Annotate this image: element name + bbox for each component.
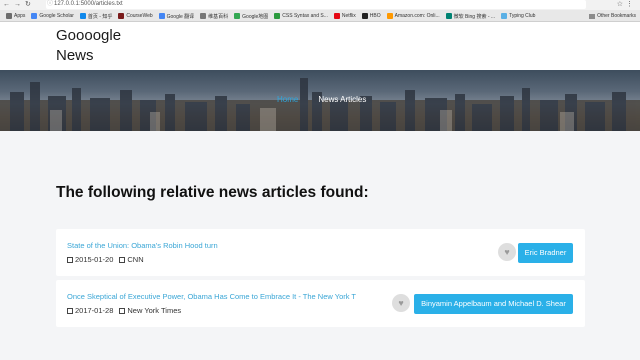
bookmark-label: CSS Syntax and S... xyxy=(282,13,328,19)
browser-nav-buttons: ← → ↻ xyxy=(3,0,35,8)
bookmark-label: Typing Club xyxy=(509,13,536,19)
bookmark-favicon-icon xyxy=(158,13,165,19)
reload-icon[interactable]: ↻ xyxy=(25,1,31,8)
address-bar[interactable]: ⓘ 127.0.0.1:5000/articles.txt xyxy=(46,0,586,9)
article-meta: 2017-01-28 New York Times xyxy=(67,306,181,315)
bookmark-item[interactable]: Typing Club xyxy=(501,13,535,19)
favorite-heart-icon[interactable]: ♥ xyxy=(498,243,516,261)
bookmark-favicon-icon xyxy=(274,13,281,19)
bookmark-item[interactable]: Google地图 xyxy=(234,13,268,20)
article-source-wrap: CNN xyxy=(119,255,144,264)
bookmark-label: 维基百科 xyxy=(208,13,229,20)
browser-toolbar: ← → ↻ ⓘ 127.0.0.1:5000/articles.txt ☆⋮ xyxy=(0,0,640,10)
bookmark-item[interactable]: Apps xyxy=(6,13,25,19)
info-icon[interactable]: ⓘ xyxy=(47,0,53,9)
article-title-link[interactable]: State of the Union: Obama's Robin Hood t… xyxy=(67,241,218,250)
article-source: New York Times xyxy=(127,306,182,315)
bookmark-favicon-icon xyxy=(31,13,38,19)
bookmark-label: Google地图 xyxy=(242,13,269,20)
bookmark-item[interactable]: Google Scholar xyxy=(31,13,74,19)
other-bookmarks-label: Other Bookmarks xyxy=(597,13,636,19)
calendar-icon xyxy=(67,256,73,263)
bookmark-label: HBO xyxy=(369,13,381,19)
hero-banner: Home News Articles xyxy=(0,70,640,131)
bookmark-item[interactable]: CSS Syntax and S... xyxy=(274,13,328,19)
breadcrumb: Home News Articles xyxy=(277,95,366,104)
bookmark-label: Google 翻译 xyxy=(166,13,195,20)
article-meta: 2015-01-20 CNN xyxy=(67,255,144,264)
bookmark-item[interactable]: Netflix xyxy=(333,13,356,19)
bookmark-item[interactable]: 微软 Bing 搜索 - ... xyxy=(445,13,496,20)
bookmark-favicon-icon xyxy=(6,13,12,19)
bookmark-favicon-icon xyxy=(501,13,508,19)
bookmark-favicon-icon xyxy=(445,13,452,19)
bookmark-label: Amazon.com: Onli... xyxy=(394,13,440,19)
bookmark-label: CourseWeb xyxy=(126,13,153,19)
bookmark-favicon-icon xyxy=(386,13,393,19)
bookmark-item[interactable]: 首页 - 知乎 xyxy=(79,13,113,20)
bookmark-label: 首页 - 知乎 xyxy=(87,13,113,20)
bookmark-label: 微软 Bing 搜索 - ... xyxy=(453,13,496,20)
bookmark-favicon-icon xyxy=(79,13,86,19)
bookmark-item[interactable]: Amazon.com: Onli... xyxy=(386,13,440,19)
bookmark-item[interactable]: 维基百科 xyxy=(200,13,228,20)
calendar-icon xyxy=(67,307,73,314)
article-date: 2015-01-20 xyxy=(75,255,114,264)
back-icon[interactable]: ← xyxy=(3,1,10,8)
author-button[interactable]: Eric Bradner xyxy=(518,243,573,263)
author-button[interactable]: Binyamin Appelbaum and Michael D. Shear xyxy=(414,294,573,314)
bookmark-favicon-icon xyxy=(361,13,368,19)
browser-chrome: ← → ↻ ⓘ 127.0.0.1:5000/articles.txt ☆⋮ App… xyxy=(0,0,640,22)
bookmark-favicon-icon xyxy=(333,13,340,19)
source-icon xyxy=(119,256,126,263)
bookmark-label: Google Scholar xyxy=(39,13,74,19)
article-title-link[interactable]: Once Skeptical of Executive Power, Obama… xyxy=(67,292,356,301)
article-source-wrap: New York Times xyxy=(119,306,181,315)
page-heading: The following relative news articles fou… xyxy=(56,184,369,201)
breadcrumb-home-link[interactable]: Home xyxy=(277,95,298,104)
bookmark-item[interactable]: Google 翻译 xyxy=(158,13,195,20)
address-text: 127.0.0.1:5000/articles.txt xyxy=(54,1,123,7)
breadcrumb-current: News Articles xyxy=(318,95,367,104)
other-bookmarks[interactable]: Other Bookmarks xyxy=(589,10,636,22)
bookmark-item[interactable]: CourseWeb xyxy=(118,13,153,19)
browser-menu-icons[interactable]: ☆⋮ xyxy=(617,0,636,8)
source-icon xyxy=(119,307,126,314)
article-date: 2017-01-28 xyxy=(75,306,114,315)
article-card: State of the Union: Obama's Robin Hood t… xyxy=(56,229,585,276)
site-header: Goooogle News xyxy=(0,22,640,70)
bookmarks-bar: Apps Google Scholar 首页 - 知乎 CourseWeb Google… xyxy=(0,10,640,22)
favorite-heart-icon[interactable]: ♥ xyxy=(392,294,410,312)
bookmark-label: Netflix xyxy=(341,13,356,19)
bookmark-favicon-icon xyxy=(234,13,241,19)
article-card: Once Skeptical of Executive Power, Obama… xyxy=(56,280,585,327)
bookmark-label: Apps xyxy=(14,13,26,19)
forward-icon[interactable]: → xyxy=(14,1,21,8)
folder-icon xyxy=(589,13,596,19)
bookmark-favicon-icon xyxy=(118,13,125,19)
bookmark-item[interactable]: HBO xyxy=(361,13,381,19)
site-logo[interactable]: Goooogle News xyxy=(56,26,136,66)
main-content: The following relative news articles fou… xyxy=(0,131,640,359)
bookmark-favicon-icon xyxy=(200,13,207,19)
article-source: CNN xyxy=(127,255,144,264)
